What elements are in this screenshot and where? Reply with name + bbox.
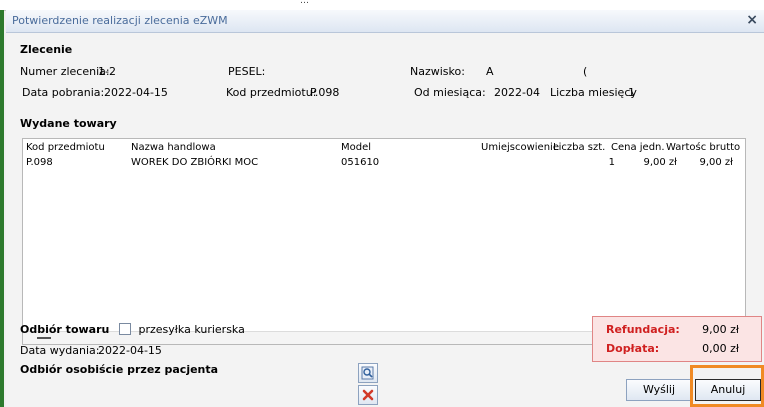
column-header[interactable]: Model <box>341 142 371 153</box>
cell-gross: 9,00 zł <box>699 157 733 168</box>
months-value: 1 <box>628 86 635 99</box>
personal-pickup-label: Odbiór osobiście przez pacjenta <box>20 363 219 376</box>
cell-name: WOREK DO ZBIÓRKI MOC <box>131 157 259 168</box>
surname-value: A <box>486 65 494 78</box>
cell-code: P.098 <box>26 157 53 168</box>
item-code-label: Kod przedmiotu: <box>226 86 317 99</box>
collect-date-label: Data pobrania: <box>22 86 105 99</box>
totals-box: Refundacja: 9,00 zł Dopłata: 0,00 zł <box>592 316 762 362</box>
item-code-value: P.098 <box>310 86 340 99</box>
send-button[interactable]: Wyślij <box>626 379 692 401</box>
pesel-label: PESEL: <box>228 65 266 78</box>
scrollbar-thumb[interactable] <box>37 337 51 339</box>
courier-label[interactable]: przesyłka kurierska <box>139 323 245 336</box>
delete-button[interactable] <box>358 385 378 405</box>
issue-date-label: Data wydania: <box>20 344 100 357</box>
surname-extra: ( <box>583 65 588 78</box>
magnifier-icon <box>361 366 374 380</box>
from-month-label: Od miesiąca: <box>414 86 486 99</box>
highlight-frame <box>690 365 764 407</box>
from-month-value: 2022-04 <box>494 86 540 99</box>
issue-date-value: 2022-04-15 <box>98 344 162 357</box>
courier-checkbox[interactable] <box>119 323 131 335</box>
dialog-titlebar: Potwierdzenie realizacji zlecenia eZWM × <box>6 10 764 33</box>
items-table[interactable]: Kod przedmiotu Nazwa handlowa Model Umie… <box>22 138 746 345</box>
background-fragment: … <box>300 0 309 6</box>
order-number-label: Numer zlecenia: <box>20 65 110 78</box>
refund-value: 9,00 zł <box>702 323 739 336</box>
confirmation-dialog: Zlecenie Numer zlecenia: 1-2 PESEL: Nazw… <box>6 33 764 407</box>
refund-label: Refundacja: <box>606 323 680 336</box>
courier-checkbox-wrap[interactable]: przesyłka kurierska <box>119 322 245 336</box>
order-number-value: 1-2 <box>98 65 116 78</box>
close-icon[interactable]: × <box>746 12 758 28</box>
dialog-title: Potwierdzenie realizacji zlecenia eZWM <box>12 14 228 27</box>
collect-date-value: 2022-04-15 <box>104 86 168 99</box>
column-header[interactable]: Umiejscowienie <box>481 142 559 153</box>
cell-model: 051610 <box>341 157 380 168</box>
receipt-section-title: Odbiór towaru <box>20 323 110 336</box>
items-section-title: Wydane towary <box>20 117 117 130</box>
cell-qty: 1 <box>608 157 615 168</box>
column-header[interactable]: Liczba szt. <box>553 142 605 153</box>
red-x-icon <box>362 389 374 401</box>
column-header[interactable]: Wartośc brutto <box>666 142 740 153</box>
months-label: Liczba miesięcy <box>550 86 637 99</box>
column-header[interactable]: Cena jedn. <box>611 142 665 153</box>
column-header[interactable]: Nazwa handlowa <box>131 142 216 153</box>
background-edge <box>0 10 4 407</box>
preview-button[interactable] <box>358 363 378 383</box>
surname-label: Nazwisko: <box>410 65 465 78</box>
cell-unit-price: 9,00 zł <box>643 157 677 168</box>
copay-value: 0,00 zł <box>702 342 739 355</box>
copay-label: Dopłata: <box>606 342 660 355</box>
column-header[interactable]: Kod przedmiotu <box>26 142 105 153</box>
order-section-title: Zlecenie <box>20 43 73 56</box>
